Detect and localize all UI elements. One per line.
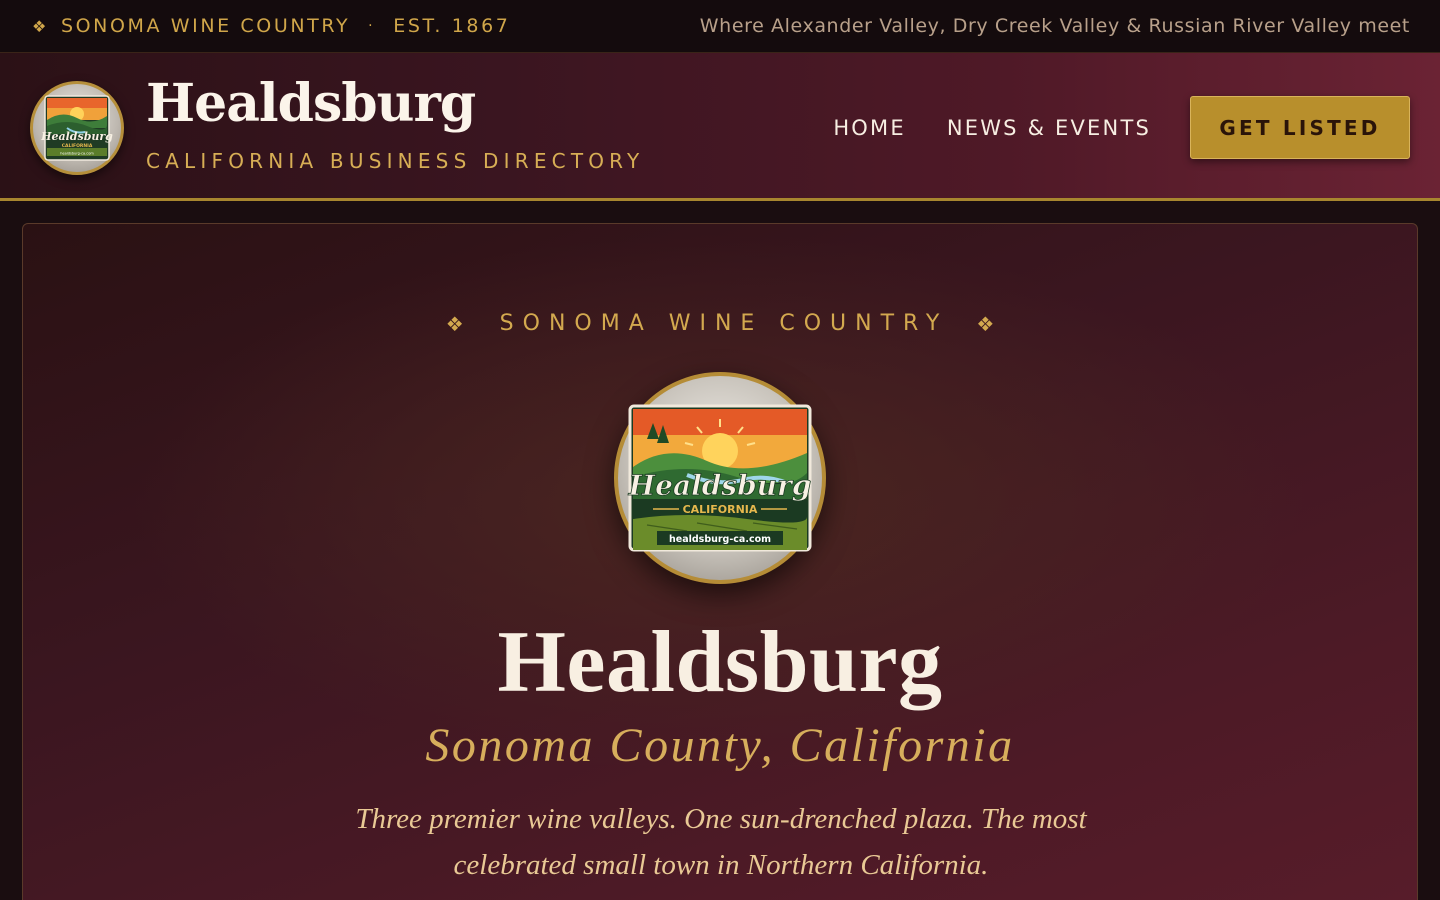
nav-news-events[interactable]: NEWS & EVENTS [947,116,1151,140]
eyebrow-label: SONOMA WINE COUNTRY [499,311,949,336]
hero-subtitle: Sonoma County, California [425,719,1015,772]
get-listed-button[interactable]: GET LISTED [1190,96,1410,159]
hero-tagline: Three premier wine valleys. One sun-dren… [355,803,1087,881]
badge-state: CALIFORNIA [683,503,758,516]
nav-home[interactable]: HOME [833,116,906,140]
diamond-ornament-icon: ❖ [976,311,995,336]
valleys-tagline: Where Alexander Valley, Dry Creek Valley… [699,15,1410,37]
diamond-ornament-icon: ❖ [32,16,49,36]
svg-text:Healdsburg: Healdsburg [40,130,113,143]
site-logo[interactable]: Healdsburg CALIFORNIA healdsburg-ca.com [30,81,124,175]
established-label: EST. 1867 [393,15,511,37]
region-banner: ❖ SONOMA WINE COUNTRY · EST. 1867 [32,15,510,37]
hero-title: Healdsburg [497,614,943,711]
site-header: Healdsburg CALIFORNIA healdsburg-ca.com … [0,53,1440,201]
badge-script-title: Healdsburg [628,469,812,502]
separator-dot: · [368,18,376,34]
healdsburg-badge-logo: Healdsburg CALIFORNIA healdsburg-ca.com [627,404,812,552]
hero-section: ❖ SONOMA WINE COUNTRY ❖ Healdsburg CALIF… [22,223,1418,900]
healdsburg-badge-logo: Healdsburg CALIFORNIA healdsburg-ca.com [40,95,113,161]
svg-text:healdsburg-ca.com: healdsburg-ca.com [60,152,94,156]
region-label: SONOMA WINE COUNTRY [60,15,351,37]
hero-badge: Healdsburg CALIFORNIA healdsburg-ca.com [614,372,826,584]
site-title[interactable]: Healdsburg [146,73,476,134]
top-strip: ❖ SONOMA WINE COUNTRY · EST. 1867 Where … [0,0,1440,53]
diamond-ornament-icon: ❖ [445,311,464,336]
hero-eyebrow: ❖ SONOMA WINE COUNTRY ❖ [23,311,1417,336]
main-nav: HOME NEWS & EVENTS GET LISTED [833,96,1410,159]
site-subtitle: CALIFORNIA BUSINESS DIRECTORY [146,149,645,173]
badge-domain: healdsburg-ca.com [669,534,771,545]
